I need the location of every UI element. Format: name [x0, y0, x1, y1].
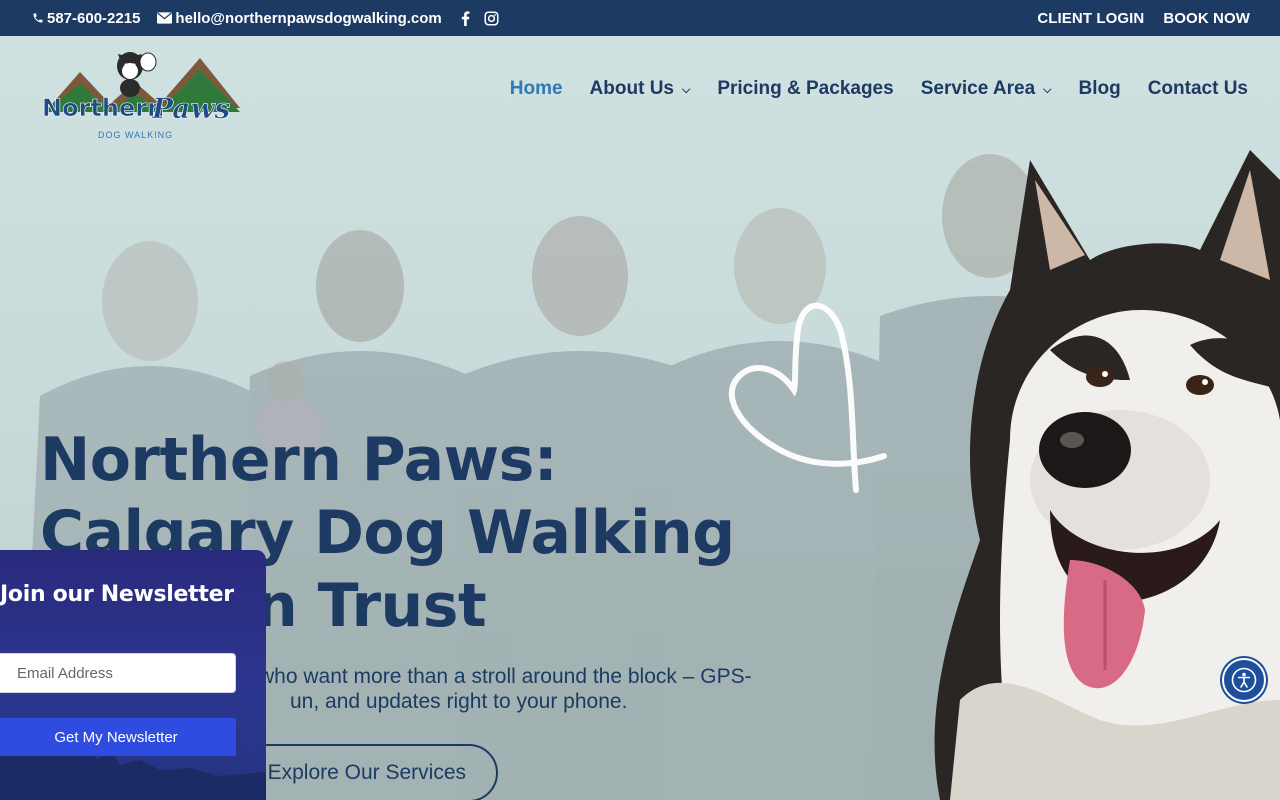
- nav-about-us[interactable]: About Us ⌵: [590, 78, 691, 100]
- nav-pricing-packages[interactable]: Pricing & Packages: [717, 78, 893, 100]
- email-link[interactable]: hello@northernpawsdogwalking.com: [157, 9, 442, 27]
- accessibility-icon: [1231, 667, 1257, 693]
- newsletter-popup: Join our Newsletter Get My Newsletter: [0, 550, 266, 800]
- logo-text-northern: Northern: [42, 94, 164, 122]
- envelope-icon: [157, 12, 173, 24]
- nav-home-label: Home: [509, 78, 563, 99]
- nav-about-us-label: About Us: [589, 78, 674, 99]
- chevron-down-icon: ⌵: [681, 83, 691, 96]
- nav-pricing-label: Pricing & Packages: [717, 78, 894, 99]
- phone-link[interactable]: 587-600-2215: [32, 10, 140, 27]
- phone-icon: [33, 13, 43, 23]
- chevron-down-icon: ⌵: [1043, 83, 1052, 96]
- email-address: hello@northernpawsdogwalking.com: [175, 9, 442, 27]
- facebook-icon[interactable]: [461, 10, 470, 26]
- nav-service-area-label: Service Area: [920, 78, 1036, 99]
- newsletter-title: Join our Newsletter: [0, 582, 234, 607]
- nav-contact-label: Contact Us: [1147, 78, 1248, 99]
- top-bar: 587-600-2215 hello@northernpawsdogwalkin…: [0, 0, 1280, 36]
- explore-services-label: Explore Our Services: [267, 761, 466, 784]
- headline-line-1: Northern Paws:: [40, 425, 558, 495]
- newsletter-email-input[interactable]: [0, 653, 236, 693]
- accessibility-button[interactable]: [1222, 658, 1266, 702]
- husky-dog-photo: [934, 150, 1280, 800]
- logo-text-paws: Paws: [151, 92, 231, 125]
- logo-tagline: DOG WALKING: [98, 130, 173, 140]
- nav-contact-us[interactable]: Contact Us: [1148, 78, 1248, 100]
- book-now-link[interactable]: BOOK NOW: [1163, 10, 1250, 27]
- client-login-link[interactable]: CLIENT LOGIN: [1037, 10, 1144, 27]
- nav-home[interactable]: Home: [510, 78, 563, 100]
- nav-blog[interactable]: Blog: [1078, 78, 1120, 100]
- get-newsletter-button[interactable]: Get My Newsletter: [0, 718, 236, 756]
- nav-blog-label: Blog: [1078, 78, 1121, 99]
- main-nav: Home About Us ⌵ Pricing & Packages Servic…: [510, 78, 1248, 100]
- nav-service-area[interactable]: Service Area ⌵: [921, 78, 1052, 100]
- phone-number: 587-600-2215: [47, 9, 141, 27]
- northern-paws-logo[interactable]: Northern Paws DOG WALKING: [40, 44, 245, 144]
- instagram-icon[interactable]: [484, 11, 499, 26]
